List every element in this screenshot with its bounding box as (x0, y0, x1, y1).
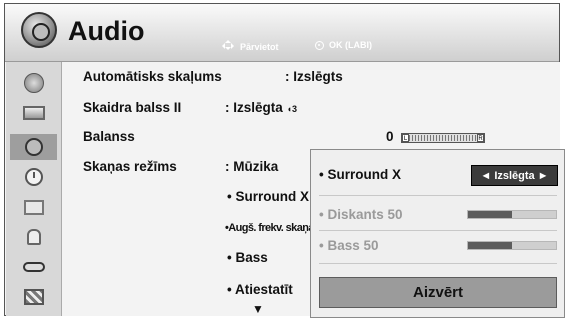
clear-voice-value: : Izslēgta ◖3 (225, 100, 297, 115)
balance-track (409, 135, 477, 141)
divider (319, 230, 557, 231)
screen-icon (23, 106, 45, 120)
balance-label[interactable]: Balanss (83, 129, 135, 144)
navigation-hint: Pārvietot (222, 40, 279, 53)
sidebar-item-channels[interactable] (14, 70, 54, 96)
arrow-right-icon[interactable]: ► (538, 170, 549, 182)
sidebar-item-media[interactable] (14, 284, 54, 310)
picture-icon (24, 199, 44, 215)
clapper-icon (24, 289, 44, 305)
ok-icon (315, 40, 324, 50)
popup-surround-label: • Surround X (319, 167, 401, 182)
scroll-down-indicator[interactable]: ▼ (252, 302, 264, 316)
treble-level-bar (467, 210, 557, 219)
sidebar-item-audio[interactable] (10, 134, 57, 160)
menu-header: Audio Pārvietot OK (LABI) (5, 4, 559, 62)
audio-icon (24, 138, 43, 156)
page-title: Audio (68, 16, 145, 46)
sidebar-item-lock[interactable] (14, 224, 54, 250)
auto-volume-label[interactable]: Automātisks skaļums (83, 69, 222, 84)
arrow-left-icon[interactable]: ◄ (480, 170, 491, 182)
close-button[interactable]: Aizvērt (319, 277, 557, 308)
balance-left-marker: L (402, 134, 409, 142)
popup-bass-label: • Bass 50 (319, 238, 379, 253)
clear-voice-label[interactable]: Skaidra balss II (83, 100, 181, 115)
submenu-item-reset[interactable]: • Atiestatīt (227, 282, 293, 297)
plug-icon (23, 262, 45, 272)
sound-mode-label[interactable]: Skaņas režīms (83, 159, 177, 174)
auto-volume-value: : Izslēgts (285, 69, 343, 84)
surround-selector-value: Izslēgta (494, 169, 535, 182)
clear-voice-level: 3 (291, 104, 297, 114)
sidebar-item-input[interactable] (14, 254, 54, 280)
submenu-item-bass[interactable]: • Bass (227, 250, 268, 265)
sidebar-item-picture[interactable] (14, 100, 54, 126)
audio-icon (21, 12, 57, 48)
navigation-hint-label: Pārvietot (240, 41, 279, 52)
surround-selector[interactable]: ◄ Izslēgta ► (471, 165, 558, 186)
ok-hint: OK (LABI) (315, 40, 372, 50)
treble-level-fill (468, 211, 512, 218)
surround-popup: • Surround X ◄ Izslēgta ► • Diskants 50 … (310, 149, 565, 318)
dpad-icon (222, 40, 235, 53)
bass-level-fill (468, 242, 512, 249)
sidebar-item-time[interactable] (14, 164, 54, 190)
sound-mode-value: : Mūzika (225, 159, 279, 174)
divider (319, 195, 557, 196)
balance-slider[interactable]: L R (401, 133, 485, 143)
clock-icon (25, 168, 43, 186)
sidebar-item-options[interactable] (14, 194, 54, 220)
submenu-item-surround[interactable]: • Surround X (227, 189, 309, 204)
submenu-item-treble[interactable]: •Augš. frekv. skaņa (225, 222, 314, 234)
divider (319, 263, 557, 264)
bass-level-bar (467, 241, 557, 250)
sidebar (6, 62, 62, 316)
disc-icon (24, 73, 44, 93)
balance-value: 0 (386, 129, 394, 144)
audio-menu-window: Audio Pārvietot OK (LABI) Automātisks sk… (4, 3, 565, 318)
ok-hint-label: OK (LABI) (329, 40, 372, 50)
balance-right-marker: R (477, 134, 484, 142)
lock-icon (27, 229, 41, 245)
clear-voice-state: : Izslēgta (225, 100, 283, 115)
popup-treble-label: • Diskants 50 (319, 207, 403, 222)
